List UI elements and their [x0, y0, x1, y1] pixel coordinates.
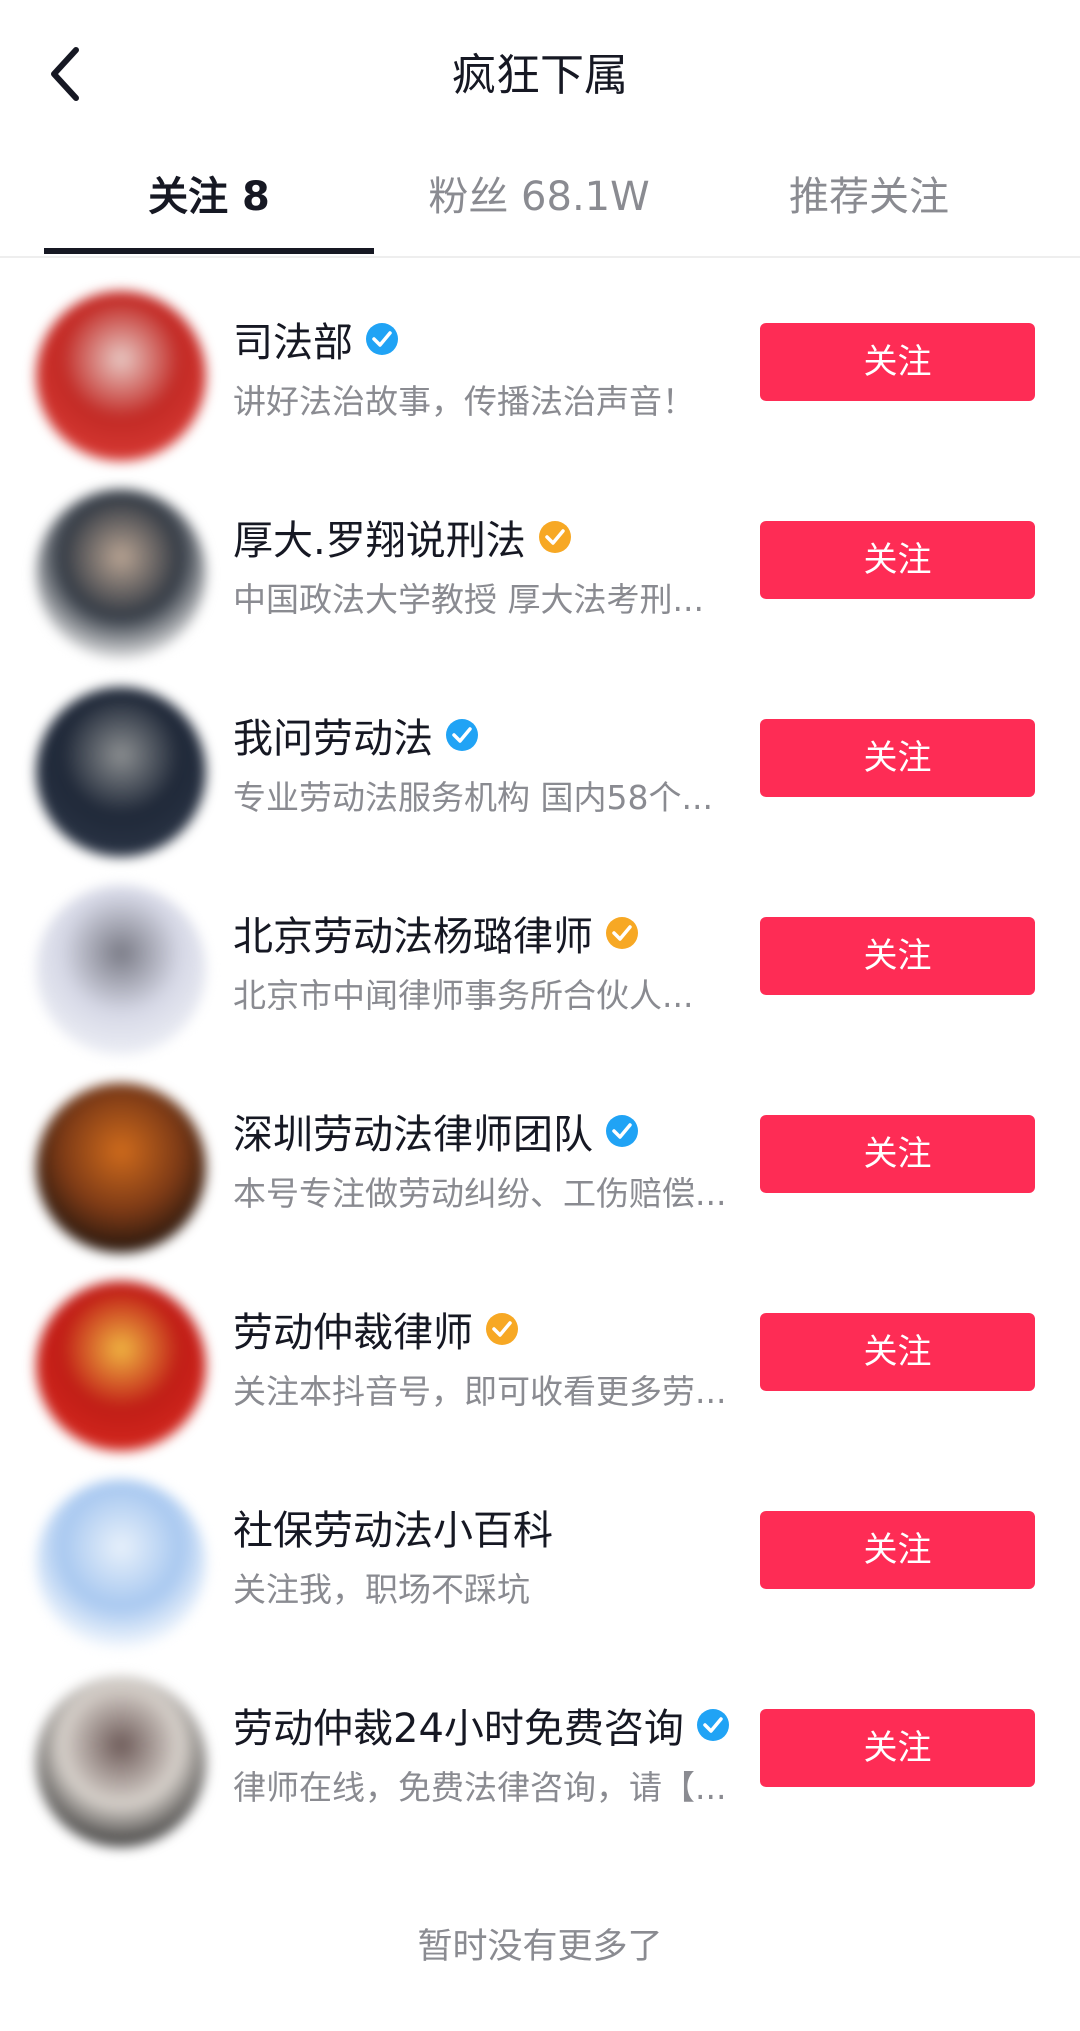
follow-button[interactable]: 关注: [760, 1709, 1035, 1787]
user-name[interactable]: 厚大.罗翔说刑法: [233, 508, 526, 566]
name-line: 深圳劳动法律师团队: [233, 1102, 639, 1160]
list-item[interactable]: 我问劳动法专业劳动法服务机构 国内58个... 关注: [0, 671, 1080, 869]
user-description: 中国政法大学教授 厚大法考刑...: [233, 580, 704, 619]
follow-button[interactable]: 关注: [760, 719, 1035, 797]
name-line: 社保劳动法小百科: [233, 1498, 553, 1556]
follow-button[interactable]: 关注: [760, 323, 1035, 401]
name-line: 司法部: [233, 310, 399, 368]
verified-badge-icon: [486, 1313, 518, 1345]
user-description: 专业劳动法服务机构 国内58个...: [233, 778, 713, 817]
list-item[interactable]: 社保劳动法小百科关注我，职场不踩坑 关注: [0, 1463, 1080, 1661]
follow-button[interactable]: 关注: [760, 1313, 1035, 1391]
avatar[interactable]: [36, 1083, 206, 1253]
list-item[interactable]: 劳动仲裁律师关注本抖音号，即可收看更多劳... 关注: [0, 1265, 1080, 1463]
list-item[interactable]: 司法部讲好法治故事，传播法治声音！ 关注: [0, 275, 1080, 473]
avatar[interactable]: [36, 1479, 206, 1649]
header: 疯狂下属: [0, 0, 1080, 150]
verified-badge-icon: [366, 323, 398, 355]
name-line: 北京劳动法杨璐律师: [233, 904, 639, 962]
user-name[interactable]: 司法部: [233, 310, 353, 368]
user-description: 关注本抖音号，即可收看更多劳...: [233, 1372, 727, 1411]
name-line: 劳动仲裁律师: [233, 1300, 519, 1358]
verified-badge-icon: [446, 719, 478, 751]
tab-following[interactable]: 关注 8: [44, 170, 374, 224]
tab-indicator: [44, 248, 374, 254]
tab-bar: 关注 8 粉丝 68.1W 推荐关注: [0, 150, 1080, 258]
name-line: 劳动仲裁24小时免费咨询: [233, 1696, 730, 1754]
list-item[interactable]: 劳动仲裁24小时免费咨询律师在线，免费法律咨询，请【... 关注: [0, 1661, 1080, 1859]
user-name[interactable]: 北京劳动法杨璐律师: [233, 904, 593, 962]
user-description: 关注我，职场不踩坑: [233, 1570, 530, 1609]
list-item[interactable]: 厚大.罗翔说刑法中国政法大学教授 厚大法考刑... 关注: [0, 473, 1080, 671]
end-of-list-text: 暂时没有更多了: [417, 1927, 663, 1967]
follow-button[interactable]: 关注: [760, 521, 1035, 599]
list-item[interactable]: 北京劳动法杨璐律师北京市中闻律师事务所合伙人... 关注: [0, 869, 1080, 1067]
verified-badge-icon: [606, 1115, 638, 1147]
avatar[interactable]: [36, 885, 206, 1055]
user-name[interactable]: 我问劳动法: [233, 706, 433, 764]
tab-recommended[interactable]: 推荐关注: [704, 170, 1034, 224]
avatar[interactable]: [36, 291, 206, 461]
user-name[interactable]: 劳动仲裁律师: [233, 1300, 473, 1358]
follow-button[interactable]: 关注: [760, 1511, 1035, 1589]
page-title: 疯狂下属: [452, 50, 628, 101]
user-description: 本号专注做劳动纠纷、工伤赔偿...: [233, 1174, 727, 1213]
user-description: 讲好法治故事，传播法治声音！: [233, 382, 695, 421]
avatar[interactable]: [36, 687, 206, 857]
avatar[interactable]: [36, 1677, 206, 1847]
user-description: 北京市中闻律师事务所合伙人...: [233, 976, 694, 1015]
verified-badge-icon: [606, 917, 638, 949]
avatar[interactable]: [36, 1281, 206, 1451]
list-item[interactable]: 深圳劳动法律师团队本号专注做劳动纠纷、工伤赔偿... 关注: [0, 1067, 1080, 1265]
user-name[interactable]: 社保劳动法小百科: [233, 1498, 553, 1556]
tab-followers[interactable]: 粉丝 68.1W: [374, 170, 704, 224]
follow-button[interactable]: 关注: [760, 917, 1035, 995]
follow-button[interactable]: 关注: [760, 1115, 1035, 1193]
name-line: 厚大.罗翔说刑法: [233, 508, 572, 566]
user-description: 律师在线，免费法律咨询，请【...: [233, 1768, 727, 1807]
name-line: 我问劳动法: [233, 706, 479, 764]
verified-badge-icon: [538, 521, 571, 553]
user-name[interactable]: 深圳劳动法律师团队: [233, 1102, 593, 1160]
user-name[interactable]: 劳动仲裁24小时免费咨询: [233, 1696, 684, 1754]
verified-badge-icon: [696, 1709, 729, 1741]
avatar[interactable]: [36, 489, 206, 659]
